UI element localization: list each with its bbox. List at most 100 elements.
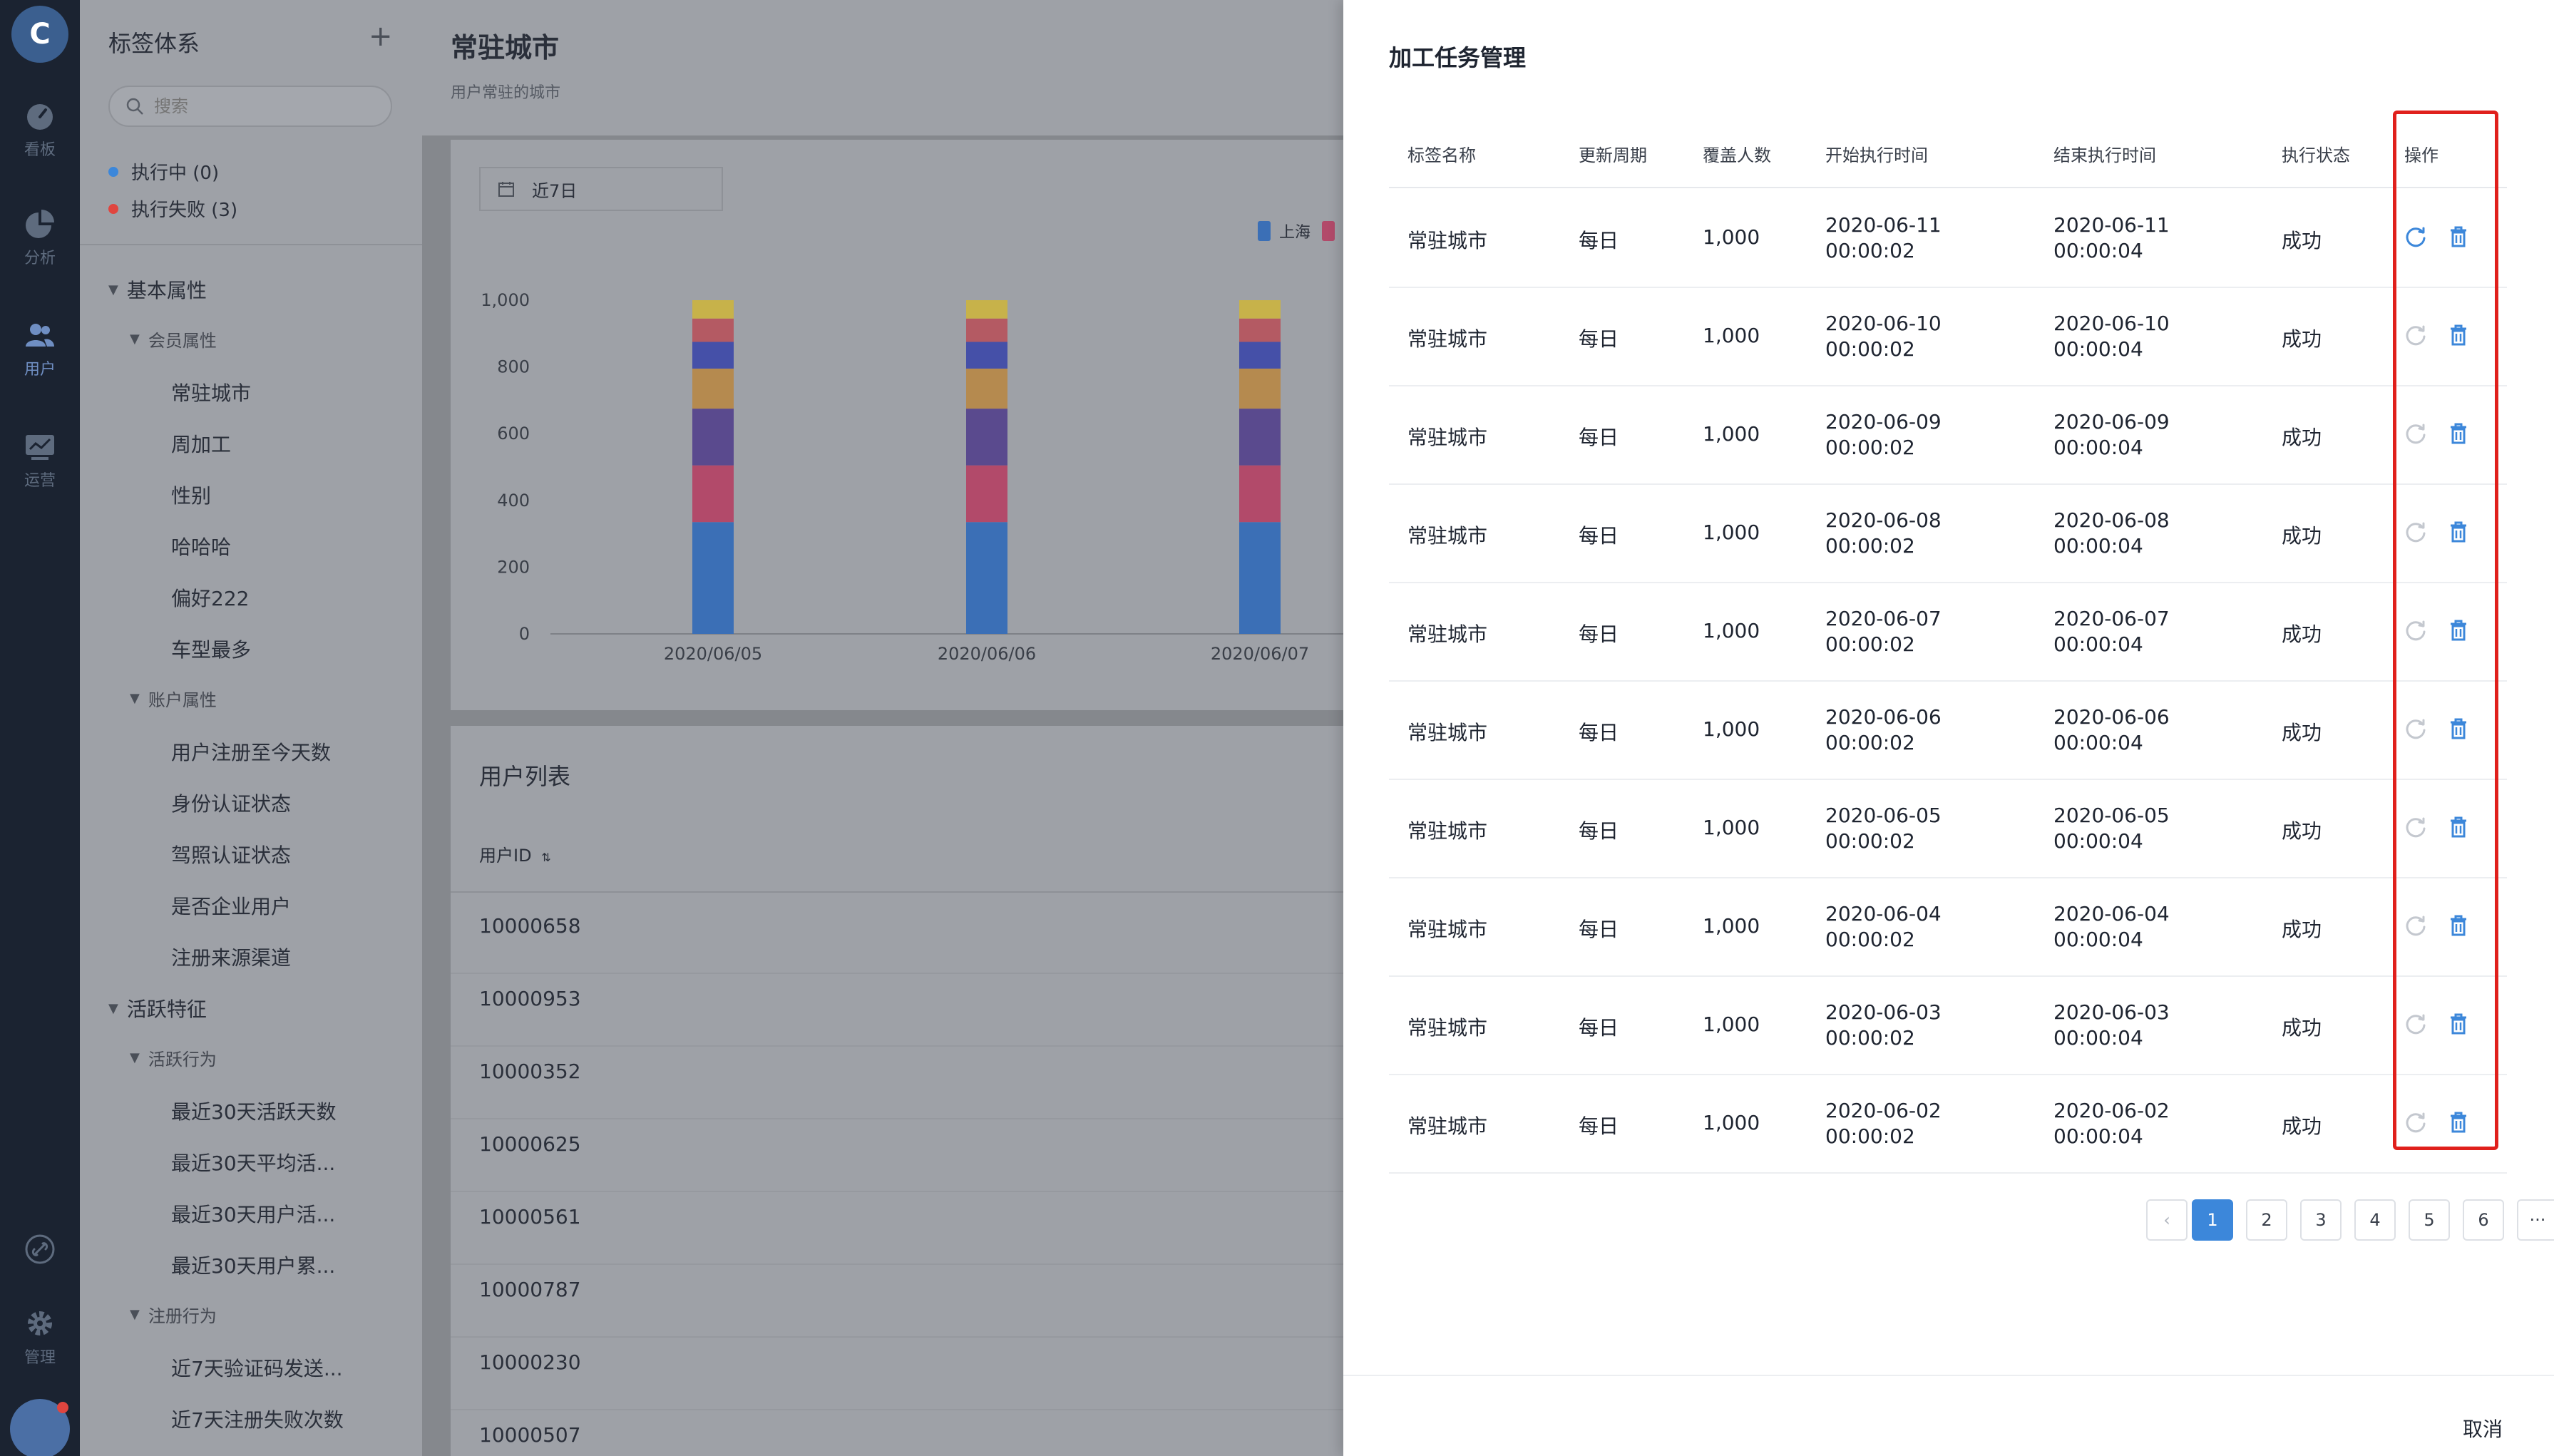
bar-segment[interactable]	[692, 409, 734, 466]
tree-leaf[interactable]: 偏好222	[171, 583, 249, 612]
tree-group[interactable]: ▼ 注册行为	[130, 1302, 217, 1327]
tree-leaf[interactable]: 近7天注册失败次数	[171, 1405, 344, 1433]
caret-down-icon[interactable]: ▼	[108, 282, 118, 297]
bar-segment[interactable]	[966, 409, 1007, 466]
bar-segment[interactable]	[1239, 465, 1281, 523]
status-failed[interactable]: 执行失败 (3)	[108, 195, 237, 222]
tree-leaf[interactable]: 哈哈哈	[171, 532, 231, 560]
caret-down-icon[interactable]: ▼	[108, 1001, 118, 1016]
pager-page-button[interactable]: 3	[2300, 1199, 2342, 1241]
tree-leaf[interactable]: 车型最多	[171, 635, 251, 663]
refresh-icon[interactable]	[2403, 322, 2429, 348]
bar-segment[interactable]	[966, 368, 1007, 409]
rail-item-operations[interactable]: 运营	[0, 431, 80, 491]
bar-segment[interactable]	[1239, 368, 1281, 409]
bar-segment[interactable]	[1239, 300, 1281, 319]
bar-segment[interactable]	[966, 342, 1007, 369]
tree-leaf[interactable]: 近7天验证码发送...	[171, 1353, 343, 1382]
user-id-cell[interactable]: 10000352	[479, 1060, 581, 1083]
user-id-cell[interactable]: 10000658	[479, 914, 581, 938]
rail-item-admin[interactable]: 管理	[0, 1308, 80, 1368]
user-id-cell[interactable]: 10000787	[479, 1278, 581, 1301]
trash-icon[interactable]	[2446, 421, 2471, 446]
refresh-icon[interactable]	[2403, 421, 2429, 446]
tree-leaf[interactable]: 是否企业用户	[171, 891, 291, 920]
trash-icon[interactable]	[2446, 814, 2471, 840]
refresh-icon[interactable]	[2403, 1011, 2429, 1037]
user-id-cell[interactable]: 10000561	[479, 1205, 581, 1229]
tree-group[interactable]: ▼ 活跃特征	[108, 994, 207, 1022]
pager-page-button[interactable]: 6	[2463, 1199, 2504, 1241]
tree-group[interactable]: ▼ 会员属性	[130, 327, 217, 352]
bar-segment[interactable]	[1239, 342, 1281, 369]
pager-page-button[interactable]: 1	[2192, 1199, 2233, 1241]
tree-leaf[interactable]: 注册来源渠道	[171, 943, 291, 971]
refresh-icon[interactable]	[2403, 913, 2429, 938]
tree-leaf[interactable]: 身份认证状态	[171, 789, 291, 817]
bar-segment[interactable]	[966, 465, 1007, 523]
tree-group[interactable]: ▼ 活跃行为	[130, 1045, 217, 1070]
trash-icon[interactable]	[2446, 913, 2471, 938]
bar-segment[interactable]	[1239, 409, 1281, 466]
refresh-icon[interactable]	[2403, 224, 2429, 250]
tree-leaf[interactable]: 驾照认证状态	[171, 840, 291, 868]
tree-leaf[interactable]: 周加工	[171, 429, 231, 458]
bar-segment[interactable]	[692, 465, 734, 523]
rail-item-analysis[interactable]: 分析	[0, 208, 80, 268]
tree-search-box[interactable]	[108, 86, 392, 127]
tree-leaf[interactable]: 最近30天活跃天数	[171, 1097, 337, 1125]
tree-leaf[interactable]: 最近30天用户累...	[171, 1251, 335, 1279]
rail-item-link[interactable]	[0, 1234, 80, 1271]
refresh-icon[interactable]	[2403, 519, 2429, 545]
rail-item-dashboard[interactable]: 看板	[0, 100, 80, 160]
caret-down-icon[interactable]: ▼	[130, 691, 140, 706]
refresh-icon[interactable]	[2403, 814, 2429, 840]
user-id-cell[interactable]: 10000953	[479, 987, 581, 1010]
caret-down-icon[interactable]: ▼	[130, 332, 140, 347]
user-id-column-header[interactable]: 用户ID ⇅	[479, 841, 551, 866]
cancel-button[interactable]: 取消	[2463, 1414, 2503, 1442]
pager-page-button[interactable]: 2	[2246, 1199, 2287, 1241]
tree-group[interactable]: ▼ 账户属性	[130, 686, 217, 711]
trash-icon[interactable]	[2446, 1109, 2471, 1135]
bar-segment[interactable]	[1239, 318, 1281, 342]
bar-segment[interactable]	[692, 300, 734, 319]
tree-leaf[interactable]: 用户注册至今天数	[171, 737, 331, 766]
bar-segment[interactable]	[966, 522, 1007, 634]
tree-leaf[interactable]: 性别	[171, 481, 211, 509]
pager-page-button[interactable]: 4	[2354, 1199, 2396, 1241]
bar-segment[interactable]	[966, 300, 1007, 319]
bar-segment[interactable]	[692, 318, 734, 342]
tree-leaf[interactable]: 最近30天用户活...	[171, 1199, 335, 1228]
app-logo[interactable]: C	[11, 6, 68, 63]
bar-segment[interactable]	[692, 522, 734, 634]
pager-page-button[interactable]: ···	[2517, 1199, 2554, 1241]
trash-icon[interactable]	[2446, 716, 2471, 742]
user-id-cell[interactable]: 10000507	[479, 1423, 581, 1447]
user-avatar[interactable]	[10, 1399, 70, 1456]
refresh-icon[interactable]	[2403, 1109, 2429, 1135]
pager-prev-button[interactable]: ‹	[2146, 1199, 2188, 1241]
trash-icon[interactable]	[2446, 224, 2471, 250]
refresh-icon[interactable]	[2403, 716, 2429, 742]
tree-group[interactable]: ▼ 基本属性	[108, 275, 207, 304]
bar-segment[interactable]	[692, 368, 734, 409]
trash-icon[interactable]	[2446, 519, 2471, 545]
add-tag-button[interactable]: +	[369, 20, 393, 53]
tree-leaf[interactable]: 常驻城市	[171, 378, 251, 406]
bar-segment[interactable]	[692, 342, 734, 369]
rail-item-users[interactable]: 用户	[0, 319, 80, 379]
refresh-icon[interactable]	[2403, 617, 2429, 643]
tree-leaf[interactable]: 最近30天平均活...	[171, 1148, 335, 1176]
trash-icon[interactable]	[2446, 322, 2471, 348]
bar-segment[interactable]	[1239, 522, 1281, 634]
caret-down-icon[interactable]: ▼	[130, 1307, 140, 1322]
trash-icon[interactable]	[2446, 1011, 2471, 1037]
bar-segment[interactable]	[966, 318, 1007, 342]
status-running[interactable]: 执行中 (0)	[108, 158, 219, 185]
trash-icon[interactable]	[2446, 617, 2471, 643]
caret-down-icon[interactable]: ▼	[130, 1050, 140, 1065]
tree-search-input[interactable]	[154, 96, 368, 116]
user-id-cell[interactable]: 10000230	[479, 1350, 581, 1374]
pager-page-button[interactable]: 5	[2409, 1199, 2450, 1241]
